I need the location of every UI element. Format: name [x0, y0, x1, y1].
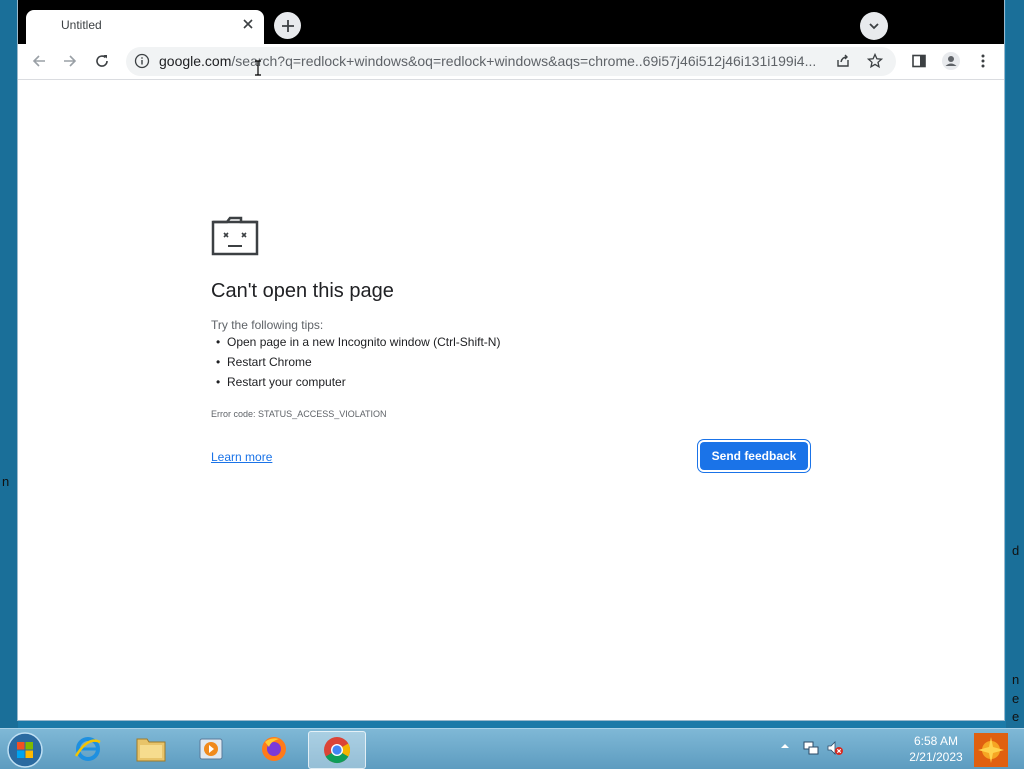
error-code: Error code: STATUS_ACCESS_VIOLATION	[211, 409, 387, 419]
side-panel-icon	[912, 54, 926, 68]
more-vertical-icon	[981, 54, 985, 68]
chevron-down-icon	[869, 23, 879, 30]
address-bar[interactable]: google.com/search?q=redlock+windows&oq=r…	[126, 47, 896, 76]
tab-search-button[interactable]	[860, 12, 888, 40]
browser-toolbar: google.com/search?q=redlock+windows&oq=r…	[18, 44, 1004, 80]
desktop-text-fragment: n	[2, 474, 10, 489]
desktop-background-right	[1006, 0, 1024, 728]
new-tab-button[interactable]	[274, 12, 301, 39]
taskbar-media-player[interactable]	[183, 731, 239, 767]
send-feedback-button[interactable]: Send feedback	[700, 442, 808, 470]
taskbar-firefox[interactable]	[246, 731, 302, 767]
tip-item: Restart Chrome	[216, 355, 312, 369]
desktop-text-fragment: n	[1012, 672, 1020, 687]
show-hidden-icons-button[interactable]	[780, 741, 790, 751]
tip-item: Open page in a new Incognito window (Ctr…	[216, 335, 500, 349]
desktop-background-left	[0, 0, 18, 728]
system-clock[interactable]: 6:58 AM 2/21/2023	[900, 733, 972, 765]
start-button[interactable]	[6, 731, 44, 769]
desktop-text-fragment: e	[1012, 709, 1020, 724]
sad-folder-icon	[211, 216, 259, 256]
url-path: /search?q=redlock+windows&oq=redlock+win…	[231, 53, 817, 69]
show-desktop-button[interactable]	[974, 733, 1008, 767]
profile-button[interactable]	[938, 48, 964, 74]
back-button[interactable]	[26, 48, 52, 74]
tab-strip: Untitled	[18, 0, 1004, 44]
clock-date: 2/21/2023	[909, 750, 963, 764]
clock-time: 6:58 AM	[913, 734, 959, 748]
volume-muted-icon[interactable]	[826, 739, 844, 757]
desktop-text-fragment: d	[1012, 543, 1020, 558]
text-cursor-icon	[255, 60, 261, 76]
tip-item: Restart your computer	[216, 375, 346, 389]
media-player-icon	[199, 738, 223, 760]
avatar-icon	[942, 52, 960, 70]
tips-intro: Try the following tips:	[211, 318, 324, 332]
share-icon[interactable]	[835, 53, 851, 69]
info-icon[interactable]	[134, 53, 150, 69]
back-arrow-icon	[32, 55, 45, 67]
firefox-icon	[262, 737, 286, 761]
learn-more-link[interactable]: Learn more	[211, 450, 272, 464]
forward-arrow-icon	[64, 55, 77, 67]
folder-icon	[136, 738, 166, 762]
taskbar-internet-explorer[interactable]	[60, 731, 116, 767]
taskbar-file-explorer[interactable]	[123, 731, 179, 767]
reload-button[interactable]	[89, 48, 115, 74]
side-panel-button[interactable]	[906, 48, 932, 74]
url-host: google.com	[159, 53, 232, 69]
bookmark-star-icon[interactable]	[867, 53, 883, 69]
plus-icon	[281, 19, 294, 32]
close-icon[interactable]	[240, 16, 256, 32]
desktop-text-fragment: e	[1012, 691, 1020, 706]
tab-title: Untitled	[61, 18, 102, 32]
chrome-window: Untitled google.com/search?q=redlock+win…	[18, 0, 1004, 720]
menu-button[interactable]	[970, 48, 996, 74]
taskbar: 6:58 AM 2/21/2023	[0, 728, 1024, 769]
tab-untitled[interactable]: Untitled	[26, 10, 264, 44]
chrome-icon	[324, 737, 351, 764]
internet-explorer-icon	[74, 737, 101, 761]
forward-button[interactable]	[57, 48, 83, 74]
error-heading: Can't open this page	[211, 280, 394, 302]
reload-icon	[96, 55, 108, 67]
taskbar-chrome[interactable]	[308, 731, 366, 769]
network-icon[interactable]	[802, 739, 820, 757]
